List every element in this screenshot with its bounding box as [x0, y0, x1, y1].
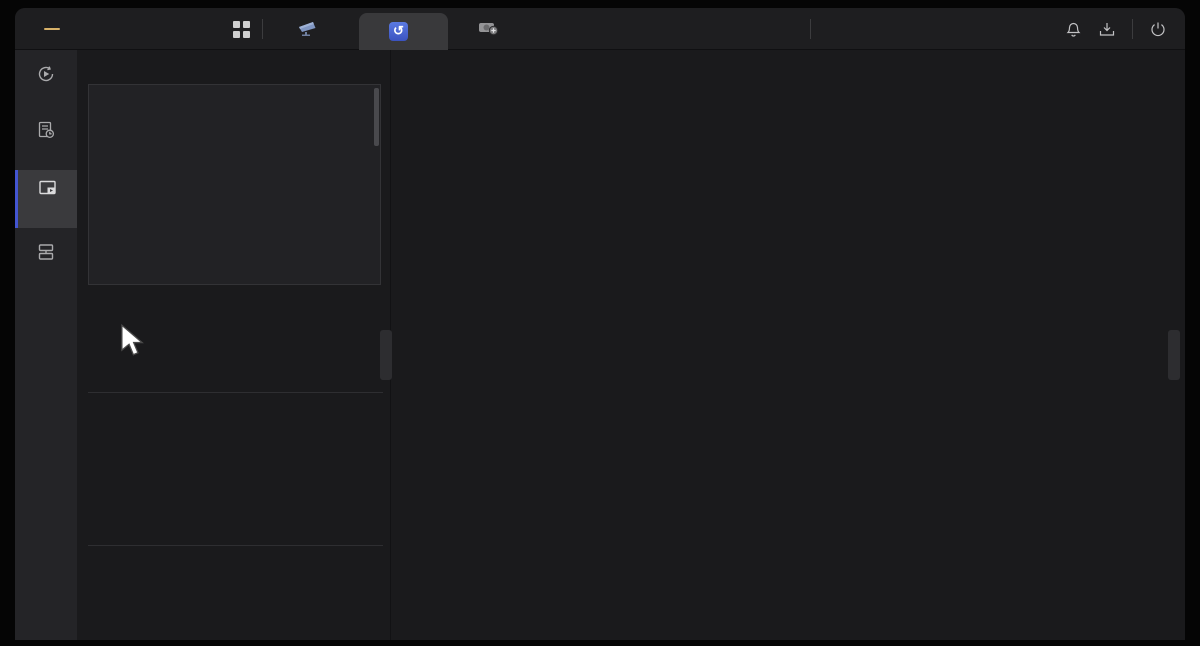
collapse-left-panel-button[interactable]: [380, 330, 392, 380]
nav-event-playback[interactable]: [15, 116, 77, 166]
split-period-icon: [15, 242, 77, 262]
tab-playback[interactable]: ↺: [359, 13, 448, 50]
device-access-icon: [478, 19, 500, 39]
tab-device-access[interactable]: [448, 8, 540, 50]
tree-scrollbar[interactable]: [374, 88, 379, 146]
nav-slice-playback[interactable]: [15, 170, 77, 228]
divider: [88, 545, 383, 546]
history-play-icon: [15, 64, 77, 84]
slice-frames-icon: [18, 178, 77, 198]
apps-grid-icon[interactable]: [233, 21, 250, 38]
main-tabs: ↺: [267, 8, 540, 50]
year-selector: [90, 302, 381, 324]
topbar-actions: [1065, 8, 1167, 50]
collapse-right-panel-button[interactable]: [1168, 330, 1180, 380]
pro-badge: [44, 28, 60, 30]
separator: [262, 19, 263, 39]
event-list-icon: [15, 120, 77, 140]
channel-tree: [88, 84, 381, 285]
live-view-icon: [297, 20, 319, 39]
download-icon[interactable]: [1098, 20, 1116, 38]
app-window: ↺: [15, 8, 1185, 640]
divider: [88, 392, 383, 393]
nav-sub-period-playback[interactable]: [15, 234, 77, 292]
playback-mode-nav: [15, 50, 77, 640]
separator: [810, 19, 811, 39]
tab-live-view[interactable]: [267, 8, 359, 50]
separator: [1132, 19, 1133, 39]
top-bar: ↺: [15, 8, 1185, 50]
app-logo: [37, 8, 60, 50]
nav-normal-playback[interactable]: [15, 60, 77, 110]
playback-icon: ↺: [389, 22, 408, 41]
bell-icon[interactable]: [1065, 20, 1082, 38]
power-icon[interactable]: [1149, 20, 1167, 38]
